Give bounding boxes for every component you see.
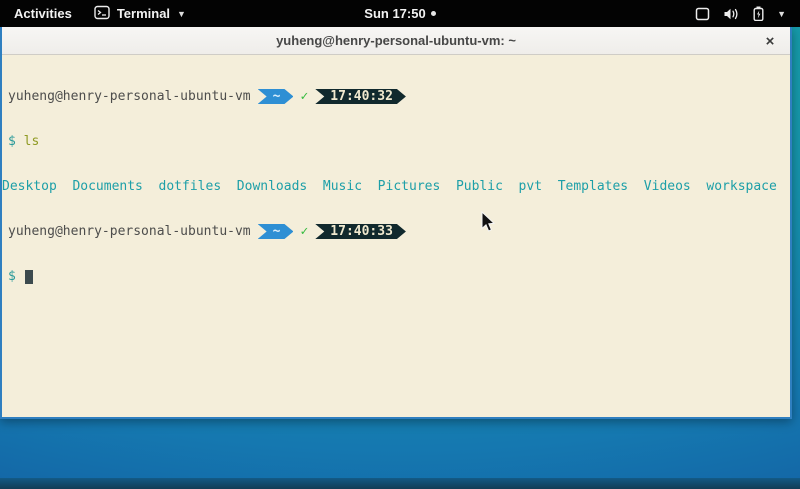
- directory-list: Desktop Documents dotfiles Downloads Mus…: [2, 179, 777, 194]
- chevron-down-icon: ▼: [177, 9, 186, 19]
- battery-charging-icon: [753, 6, 764, 21]
- desktop-background: Activities Terminal ▼ Sun 17:50: [0, 0, 800, 489]
- prompt-dollar: $: [8, 134, 16, 149]
- status-check-icon: ✓: [300, 224, 308, 239]
- gnome-top-bar: Activities Terminal ▼ Sun 17:50: [0, 0, 800, 27]
- powerline-path-segment: ~: [258, 224, 294, 239]
- powerline-path-segment: ~: [258, 89, 294, 104]
- prompt-line-2: yuheng@henry-personal-ubuntu-vm ~ ✓ 17:40:3…: [8, 224, 790, 239]
- system-menu-chevron-icon: ▼: [777, 9, 786, 19]
- window-title: yuheng@henry-personal-ubuntu-vm: ~: [276, 33, 516, 48]
- mouse-cursor-icon: [481, 211, 496, 238]
- activities-button[interactable]: Activities: [10, 6, 76, 21]
- ls-output-line: Desktop Documents dotfiles Downloads Mus…: [2, 179, 790, 194]
- current-prompt-line: $: [8, 269, 790, 284]
- prompt-user-host: yuheng@henry-personal-ubuntu-vm: [8, 224, 251, 239]
- terminal-icon: [94, 5, 110, 23]
- prompt-line-1: yuheng@henry-personal-ubuntu-vm ~ ✓ 17:40:3…: [8, 89, 790, 104]
- volume-icon: [723, 7, 740, 21]
- terminal-cursor: [25, 270, 33, 284]
- powerline-time-segment: 17:40:33: [315, 224, 406, 239]
- terminal-content[interactable]: yuheng@henry-personal-ubuntu-vm ~ ✓ 17:40:3…: [2, 55, 790, 414]
- app-menu-terminal[interactable]: Terminal ▼: [94, 5, 186, 23]
- close-button[interactable]: ×: [760, 31, 780, 51]
- screen-icon: [695, 7, 710, 21]
- powerline-time-segment: 17:40:32: [315, 89, 406, 104]
- app-menu-label: Terminal: [117, 6, 170, 21]
- status-check-icon: ✓: [300, 89, 308, 104]
- prompt-user-host: yuheng@henry-personal-ubuntu-vm: [8, 89, 251, 104]
- prompt-dollar: $: [8, 269, 16, 284]
- clock-label: Sun 17:50: [364, 6, 425, 21]
- terminal-window: yuheng@henry-personal-ubuntu-vm: ~ × yuh…: [0, 27, 792, 419]
- typed-command: ls: [24, 134, 40, 149]
- command-line: $ ls: [8, 134, 790, 149]
- clock-button[interactable]: Sun 17:50: [364, 6, 435, 21]
- window-titlebar[interactable]: yuheng@henry-personal-ubuntu-vm: ~ ×: [2, 27, 790, 55]
- notifications-dot: [431, 11, 436, 16]
- system-status-area[interactable]: ▼: [695, 6, 800, 21]
